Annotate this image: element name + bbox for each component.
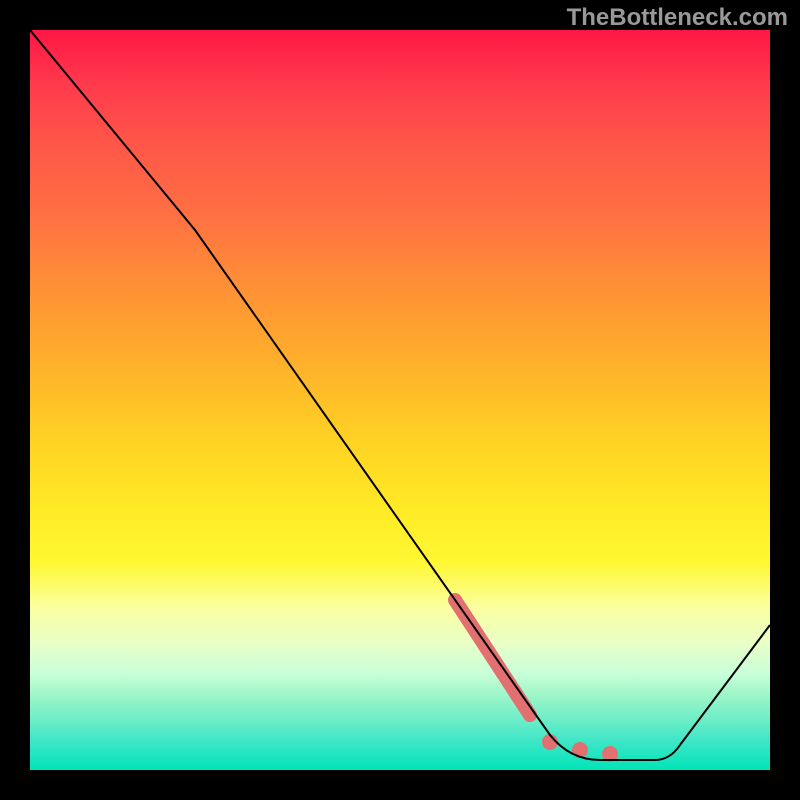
bottleneck-curve (30, 30, 770, 760)
chart-svg (30, 30, 770, 770)
watermark-text: TheBottleneck.com (567, 4, 788, 32)
chart-plot-area (30, 30, 770, 770)
